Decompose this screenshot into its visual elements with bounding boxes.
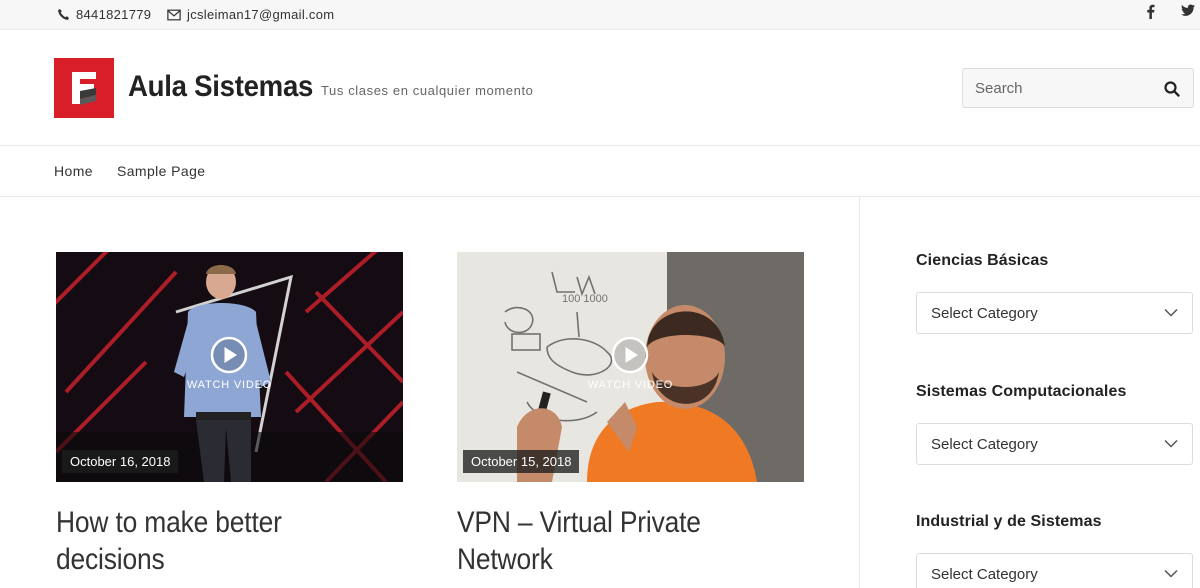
- post-thumbnail[interactable]: 100 1000 WATCH VIDEO October 15, 2018: [457, 252, 804, 482]
- category-select[interactable]: Select Category: [916, 553, 1193, 588]
- widget-title-ciencias-basicas: Ciencias Básicas: [916, 252, 1049, 269]
- widget-title-sistemas-computacionales: Sistemas Computacionales: [916, 383, 1127, 400]
- twitter-icon[interactable]: [1181, 4, 1195, 20]
- phone-number: 8441821779: [76, 7, 152, 22]
- phone-icon: [58, 8, 70, 20]
- site-logo[interactable]: [54, 58, 114, 118]
- site-header: Aula Sistemas Tus clases en cualquier mo…: [0, 30, 1200, 146]
- watch-video-label: WATCH VIDEO: [587, 379, 674, 391]
- chevron-down-icon: [1164, 439, 1178, 448]
- site-tagline: Tus clases en cualquier momento: [321, 83, 534, 98]
- widget-title-industrial-y-de-sistemas: Industrial y de Sistemas: [916, 513, 1102, 530]
- play-icon[interactable]: [611, 336, 649, 374]
- phone-contact[interactable]: 8441821779: [57, 7, 151, 22]
- svg-text:100 1000: 100 1000: [562, 293, 608, 305]
- chevron-down-icon: [1164, 569, 1178, 578]
- site-title[interactable]: Aula Sistemas: [128, 70, 313, 104]
- chevron-down-icon: [1164, 308, 1178, 317]
- top-bar: 8441821779 jcsleiman17@gmail.com: [0, 0, 1200, 30]
- post-title[interactable]: How to make better decisions: [56, 504, 373, 578]
- post-date: October 15, 2018: [463, 450, 580, 473]
- main-navigation: Home Sample Page: [0, 147, 1200, 197]
- search-input[interactable]: [963, 69, 1153, 107]
- post-thumbnail[interactable]: WATCH VIDEO October 16, 2018: [56, 252, 403, 482]
- email-contact[interactable]: jcsleiman17@gmail.com: [167, 7, 334, 22]
- select-value: Select Category: [931, 436, 1038, 453]
- facebook-icon[interactable]: [1146, 4, 1155, 22]
- category-select[interactable]: Select Category: [916, 423, 1193, 465]
- nav-item-home[interactable]: Home: [54, 163, 93, 179]
- email-address: jcsleiman17@gmail.com: [187, 7, 335, 22]
- content-sidebar-divider: [859, 197, 860, 588]
- search-icon[interactable]: [1163, 80, 1181, 98]
- envelope-icon: [167, 9, 181, 20]
- select-value: Select Category: [931, 305, 1038, 322]
- search-box: [962, 68, 1194, 108]
- play-icon[interactable]: [210, 336, 248, 374]
- post-title-line: VPN – Virtual Private: [457, 506, 701, 539]
- watch-video-label: WATCH VIDEO: [186, 379, 273, 391]
- select-value: Select Category: [931, 566, 1038, 583]
- post-title-line: How to make better: [56, 506, 282, 539]
- post-date: October 16, 2018: [62, 450, 179, 473]
- category-select[interactable]: Select Category: [916, 292, 1193, 334]
- nav-item-sample-page[interactable]: Sample Page: [117, 163, 205, 179]
- post-title-line: Network: [457, 543, 553, 576]
- post-title[interactable]: VPN – Virtual Private Network: [457, 504, 774, 578]
- post-title-line: decisions: [56, 543, 165, 576]
